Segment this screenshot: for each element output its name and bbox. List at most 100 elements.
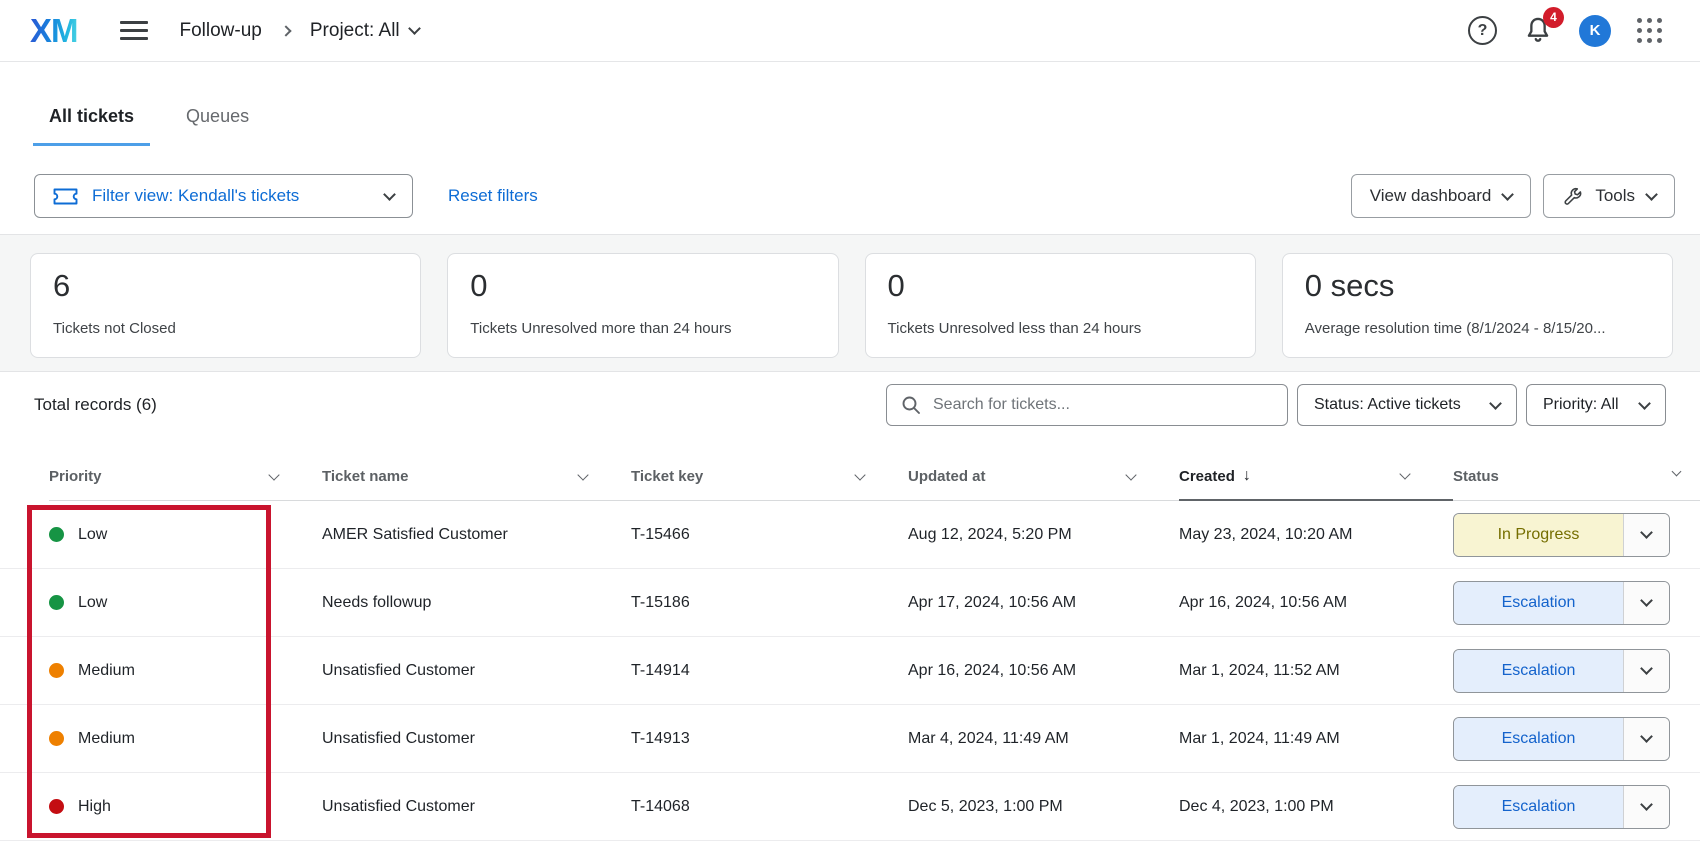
ticket-name-cell: Unsatisfied Customer <box>322 798 631 816</box>
chevron-down-icon <box>1489 397 1502 410</box>
priority-dot-icon <box>49 527 64 542</box>
created-cell: Mar 1, 2024, 11:49 AM <box>1179 730 1453 748</box>
chevron-down-icon[interactable] <box>1623 786 1669 828</box>
tab-queues[interactable]: Queues <box>170 106 265 146</box>
status-cell: Escalation <box>1453 581 1700 625</box>
ticket-name-cell: AMER Satisfied Customer <box>322 526 631 544</box>
breadcrumb-section[interactable]: Follow-up <box>180 20 262 42</box>
status-cell: In Progress <box>1453 513 1700 557</box>
table-row[interactable]: Low Needs followup T-15186 Apr 17, 2024,… <box>0 569 1700 637</box>
avatar[interactable]: K <box>1579 15 1611 47</box>
table-row[interactable]: Low AMER Satisfied Customer T-15466 Aug … <box>0 501 1700 569</box>
status-badge-label: In Progress <box>1454 514 1623 556</box>
chevron-down-icon <box>268 469 279 480</box>
ticket-icon <box>53 188 78 205</box>
priority-filter-dropdown[interactable]: Priority: All <box>1526 384 1666 426</box>
ticket-key-cell: T-15466 <box>631 526 908 544</box>
stat-label: Average resolution time (8/1/2024 - 8/15… <box>1305 320 1650 337</box>
notifications-button[interactable]: 4 <box>1523 15 1553 47</box>
table-header: Priority Ticket name Ticket key Updated … <box>0 453 1700 501</box>
created-cell: May 23, 2024, 10:20 AM <box>1179 526 1453 544</box>
breadcrumb-project-dropdown[interactable]: Project: All <box>310 20 419 42</box>
column-header-status[interactable]: Status <box>1453 453 1700 501</box>
xm-logo[interactable]: XM <box>30 12 78 50</box>
chevron-down-icon <box>1399 468 1410 479</box>
ticket-name-cell: Unsatisfied Customer <box>322 730 631 748</box>
chevron-down-icon[interactable] <box>1623 650 1669 692</box>
updated-at-cell: Aug 12, 2024, 5:20 PM <box>908 526 1179 544</box>
records-bar: Total records (6) Status: Active tickets… <box>34 384 1666 426</box>
ticket-name-cell: Needs followup <box>322 594 631 612</box>
tab-all-tickets[interactable]: All tickets <box>33 106 150 146</box>
tools-label: Tools <box>1595 186 1635 206</box>
total-records-label: Total records (6) <box>34 395 157 415</box>
priority-label: Low <box>78 594 107 612</box>
ticket-key-cell: T-14913 <box>631 730 908 748</box>
priority-label: High <box>78 798 111 816</box>
breadcrumb: Follow-up Project: All <box>180 20 419 42</box>
column-header-priority[interactable]: Priority <box>49 453 322 501</box>
priority-label: Low <box>78 526 107 544</box>
chevron-down-icon <box>383 188 396 201</box>
status-badge-dropdown[interactable]: In Progress <box>1453 513 1670 557</box>
tabs-bar: All tickets Queues <box>33 106 1700 146</box>
chevron-down-icon[interactable] <box>1623 718 1669 760</box>
search-icon <box>901 395 921 415</box>
sort-descending-icon: ↓ <box>1243 467 1251 485</box>
view-dashboard-label: View dashboard <box>1370 186 1492 206</box>
chevron-down-icon <box>1501 188 1514 201</box>
stat-value: 6 <box>53 268 398 304</box>
stat-label: Tickets Unresolved less than 24 hours <box>888 320 1233 337</box>
priority-dot-icon <box>49 799 64 814</box>
apps-grid-icon[interactable] <box>1637 18 1662 43</box>
view-dashboard-button[interactable]: View dashboard <box>1351 174 1532 218</box>
status-cell: Escalation <box>1453 649 1700 693</box>
ticket-key-cell: T-15186 <box>631 594 908 612</box>
created-cell: Mar 1, 2024, 11:52 AM <box>1179 662 1453 680</box>
table-row[interactable]: Medium Unsatisfied Customer T-14914 Apr … <box>0 637 1700 705</box>
column-header-ticket-name[interactable]: Ticket name <box>322 453 631 501</box>
chevron-down-icon[interactable] <box>1623 582 1669 624</box>
menu-icon[interactable] <box>120 16 148 45</box>
updated-at-cell: Mar 4, 2024, 11:49 AM <box>908 730 1179 748</box>
chevron-down-icon <box>1645 188 1658 201</box>
column-header-updated-at[interactable]: Updated at <box>908 453 1179 501</box>
priority-cell: Low <box>49 526 322 544</box>
chevron-down-icon[interactable] <box>1623 514 1669 556</box>
priority-dot-icon <box>49 663 64 678</box>
tools-button[interactable]: Tools <box>1543 174 1675 218</box>
table-row[interactable]: Medium Unsatisfied Customer T-14913 Mar … <box>0 705 1700 773</box>
status-badge-label: Escalation <box>1454 650 1623 692</box>
status-badge-label: Escalation <box>1454 786 1623 828</box>
status-badge-dropdown[interactable]: Escalation <box>1453 581 1670 625</box>
updated-at-cell: Apr 17, 2024, 10:56 AM <box>908 594 1179 612</box>
filter-bar: Filter view: Kendall's tickets Reset fil… <box>34 174 1675 218</box>
chevron-down-icon <box>1125 469 1136 480</box>
priority-dot-icon <box>49 731 64 746</box>
table-row[interactable]: High Unsatisfied Customer T-14068 Dec 5,… <box>0 773 1700 841</box>
search-box[interactable] <box>886 384 1288 426</box>
priority-label: Medium <box>78 662 135 680</box>
stat-value: 0 <box>470 268 815 304</box>
column-header-ticket-key[interactable]: Ticket key <box>631 453 908 501</box>
filter-view-dropdown[interactable]: Filter view: Kendall's tickets <box>34 174 413 218</box>
reset-filters-link[interactable]: Reset filters <box>448 186 538 206</box>
status-badge-dropdown[interactable]: Escalation <box>1453 717 1670 761</box>
priority-cell: Medium <box>49 730 322 748</box>
priority-cell: Medium <box>49 662 322 680</box>
status-badge-dropdown[interactable]: Escalation <box>1453 649 1670 693</box>
search-input[interactable] <box>933 396 1273 414</box>
status-filter-dropdown[interactable]: Status: Active tickets <box>1297 384 1517 426</box>
chevron-right-icon <box>280 25 291 36</box>
status-badge-dropdown[interactable]: Escalation <box>1453 785 1670 829</box>
status-cell: Escalation <box>1453 785 1700 829</box>
stat-card-avg-resolution-time: 0 secs Average resolution time (8/1/2024… <box>1282 253 1673 358</box>
stats-section: 6 Tickets not Closed 0 Tickets Unresolve… <box>0 234 1700 372</box>
priority-dot-icon <box>49 595 64 610</box>
column-header-created[interactable]: Created ↓ <box>1179 453 1453 501</box>
priority-filter-label: Priority: All <box>1543 396 1619 414</box>
status-cell: Escalation <box>1453 717 1700 761</box>
help-icon[interactable] <box>1468 16 1497 45</box>
table-body: Low AMER Satisfied Customer T-15466 Aug … <box>0 501 1700 841</box>
breadcrumb-project-label: Project: All <box>310 20 400 42</box>
